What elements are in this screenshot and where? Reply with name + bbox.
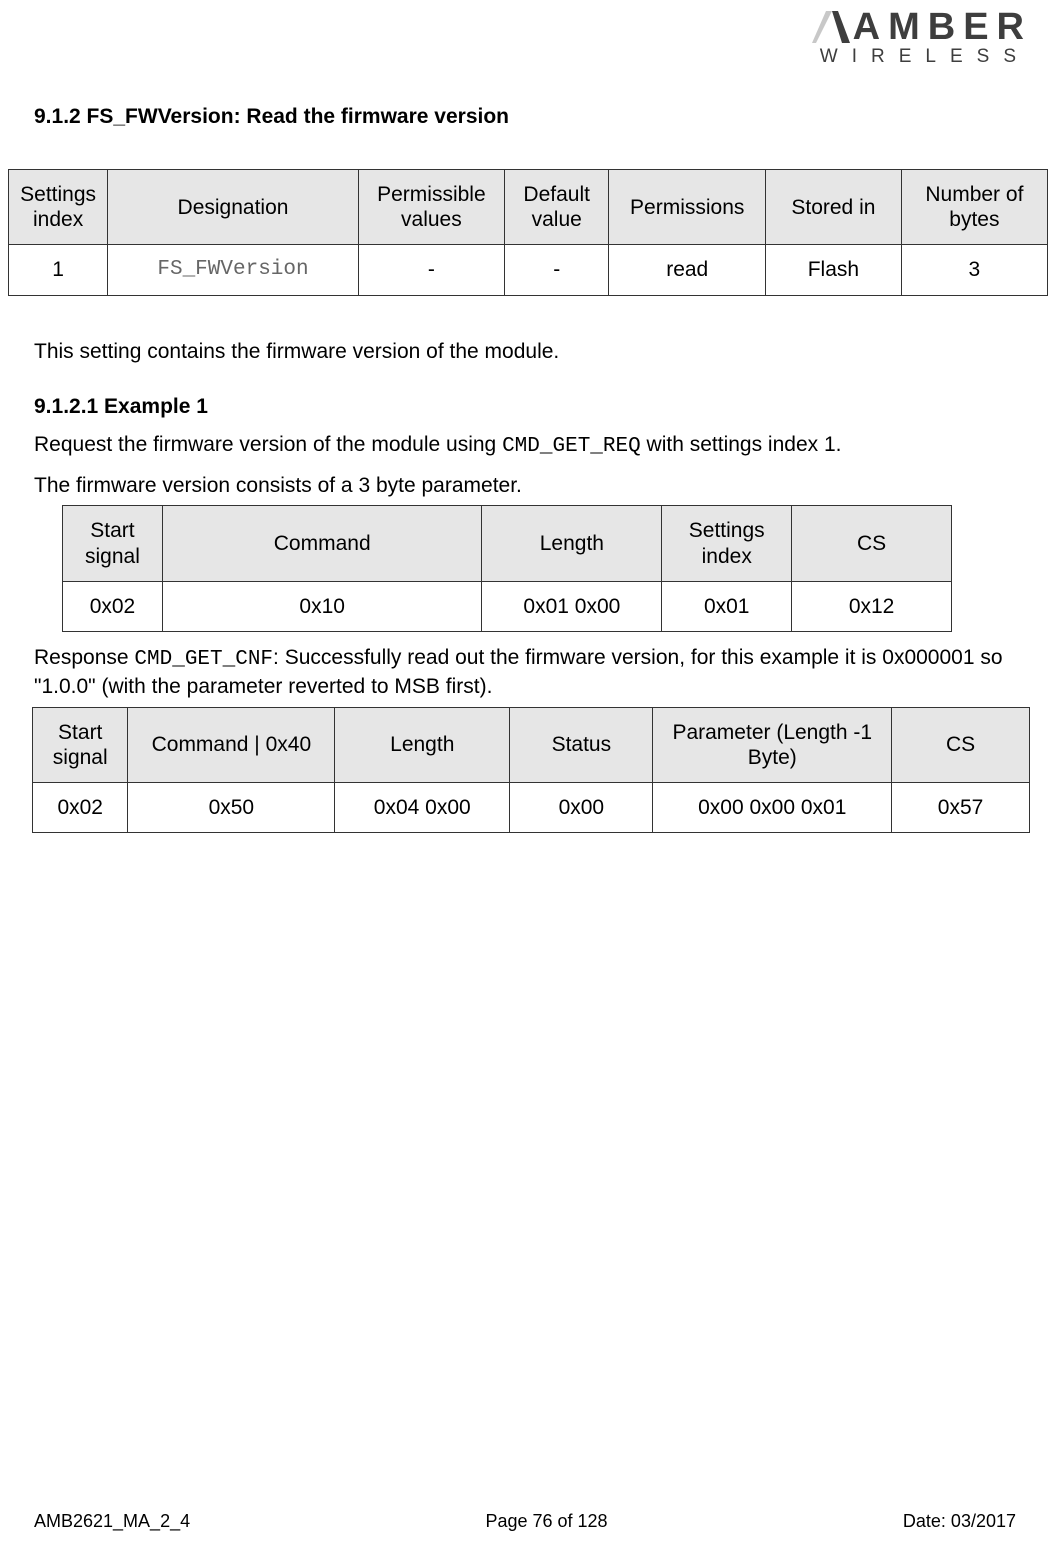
td: 0x02 (63, 581, 163, 631)
page-footer: AMB2621_MA_2_4 Page 76 of 128 Date: 03/2… (34, 1511, 1016, 1532)
th: Command (162, 506, 482, 581)
response-table: Start signal Command | 0x40 Length Statu… (32, 707, 1030, 834)
td: 0x01 (662, 581, 792, 631)
th: CS (892, 707, 1030, 782)
td: Flash (766, 245, 902, 295)
td: 0x02 (33, 782, 128, 832)
td: 0x04 0x00 (335, 782, 510, 832)
brand-logo: AMBER WIRELESS (742, 10, 1032, 68)
request-table: Start signal Command Length Settings ind… (62, 505, 952, 632)
brand-text-2: WIRELESS (742, 46, 1030, 68)
table-row: 1 FS_FWVersion - - read Flash 3 (9, 245, 1048, 295)
settings-table: Settings index Designation Permissible v… (8, 169, 1048, 296)
td: FS_FWVersion (108, 245, 359, 295)
td: 0x00 0x00 0x01 (653, 782, 892, 832)
table-row: 0x02 0x10 0x01 0x00 0x01 0x12 (63, 581, 952, 631)
th: Parameter (Length -1 Byte) (653, 707, 892, 782)
th: Permissions (609, 170, 766, 245)
th: Designation (108, 170, 359, 245)
td: 0x10 (162, 581, 482, 631)
td: 0x12 (792, 581, 952, 631)
th: Start signal (63, 506, 163, 581)
page: AMBER WIRELESS 9.1.2 FS_FWVersion: Read … (0, 0, 1050, 1564)
td: - (358, 245, 504, 295)
td: read (609, 245, 766, 295)
code-text: CMD_GET_REQ (502, 435, 641, 458)
td: 1 (9, 245, 108, 295)
paragraph: The firmware version consists of a 3 byt… (34, 472, 1030, 499)
text: Request the firmware version of the modu… (34, 433, 502, 456)
th: Settings index (662, 506, 792, 581)
td: - (504, 245, 608, 295)
footer-center: Page 76 of 128 (485, 1511, 607, 1532)
footer-right: Date: 03/2017 (903, 1511, 1016, 1532)
logo-mark-icon (812, 11, 850, 43)
td: 0x01 0x00 (482, 581, 662, 631)
td: 3 (901, 245, 1047, 295)
th: Status (510, 707, 653, 782)
th: Number of bytes (901, 170, 1047, 245)
brand-text-1: AMBER (853, 10, 1032, 44)
text: Response (34, 646, 134, 669)
paragraph: This setting contains the firmware versi… (34, 338, 1030, 365)
table-row: 0x02 0x50 0x04 0x00 0x00 0x00 0x00 0x01 … (33, 782, 1030, 832)
code-text: CMD_GET_CNF (134, 648, 273, 671)
th: Length (482, 506, 662, 581)
th: Settings index (9, 170, 108, 245)
subsection-heading: 9.1.2.1 Example 1 (34, 395, 1032, 419)
th: Permissible values (358, 170, 504, 245)
text: with settings index 1. (641, 433, 842, 456)
td: 0x50 (128, 782, 335, 832)
th: Length (335, 707, 510, 782)
th: Command | 0x40 (128, 707, 335, 782)
th: Default value (504, 170, 608, 245)
th: Start signal (33, 707, 128, 782)
th: Stored in (766, 170, 902, 245)
td: 0x57 (892, 782, 1030, 832)
content: 9.1.2 FS_FWVersion: Read the firmware ve… (32, 105, 1032, 833)
paragraph: Request the firmware version of the modu… (34, 431, 1030, 460)
brand-line1: AMBER (812, 10, 1032, 44)
footer-left: AMB2621_MA_2_4 (34, 1511, 190, 1532)
th: CS (792, 506, 952, 581)
section-heading: 9.1.2 FS_FWVersion: Read the firmware ve… (34, 105, 1032, 129)
td: 0x00 (510, 782, 653, 832)
paragraph: Response CMD_GET_CNF: Successfully read … (34, 644, 1030, 701)
